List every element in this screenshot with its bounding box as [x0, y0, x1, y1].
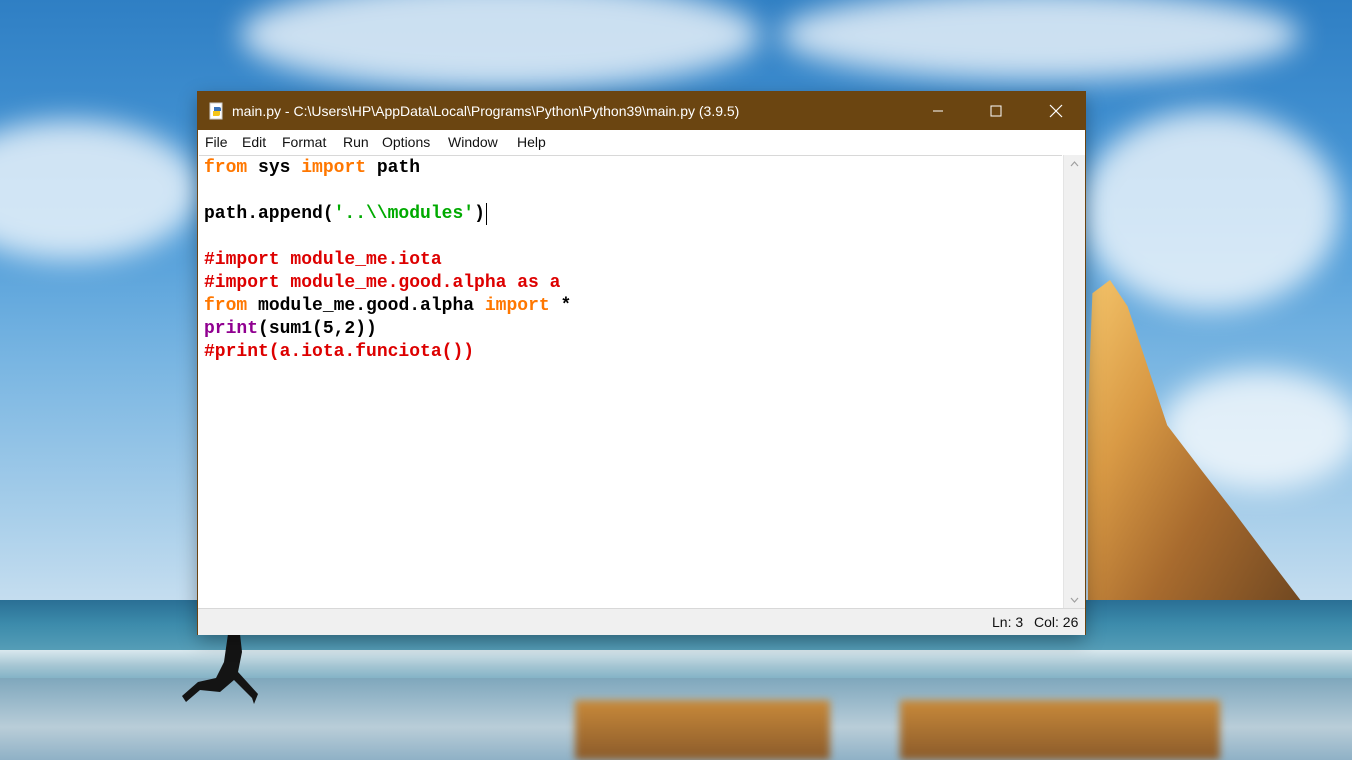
text-cursor [485, 203, 487, 225]
code-token: '..\\modules' [333, 204, 475, 224]
code-token: path [366, 158, 421, 178]
code-token: * [549, 296, 572, 316]
chevron-down-icon [1070, 597, 1079, 603]
maximize-icon [990, 105, 1002, 117]
wallpaper-reflection [900, 700, 1220, 760]
code-line[interactable] [204, 180, 571, 203]
menu-options[interactable]: Options [382, 130, 430, 154]
minimize-button[interactable] [909, 92, 967, 130]
code-token: #import module_me.iota [204, 250, 442, 270]
code-editor[interactable]: from sys import path path.append('..\\mod… [199, 155, 1062, 608]
python-file-icon [209, 102, 223, 120]
menu-bar: File Edit Format Run Options Window Help [198, 130, 1085, 154]
maximize-button[interactable] [967, 92, 1025, 130]
code-line[interactable]: #import module_me.iota [204, 249, 571, 272]
code-line[interactable]: #import module_me.good.alpha as a [204, 272, 571, 295]
menu-window[interactable]: Window [448, 130, 498, 154]
code-line[interactable]: print(sum1(5,2)) [204, 318, 571, 341]
title-bar[interactable]: main.py - C:\Users\HP\AppData\Local\Prog… [198, 92, 1085, 130]
code-token: ) [474, 204, 485, 224]
code-line[interactable]: from sys import path [204, 157, 571, 180]
wallpaper-cloud [1080, 110, 1340, 310]
code-line[interactable] [204, 226, 571, 249]
wallpaper-reflection [575, 700, 830, 760]
code-line[interactable]: path.append('..\\modules') [204, 203, 571, 226]
menu-run[interactable]: Run [343, 130, 369, 154]
vertical-scrollbar[interactable] [1063, 155, 1085, 608]
menu-file[interactable]: File [205, 130, 228, 154]
code-token: module_me.good.alpha [247, 296, 485, 316]
window-title: main.py - C:\Users\HP\AppData\Local\Prog… [232, 103, 740, 119]
status-line-number: Ln: 3 [992, 614, 1024, 630]
status-bar: Ln: 3 Col: 26 [198, 608, 1085, 635]
code-text[interactable]: from sys import path path.append('..\\mod… [204, 157, 571, 364]
code-token: print [204, 319, 259, 339]
code-token: sys [247, 158, 302, 178]
chevron-up-icon [1070, 160, 1079, 166]
code-token: from [204, 158, 248, 178]
code-token: #print(a.iota.funciota()) [204, 342, 475, 362]
code-token: import [484, 296, 550, 316]
close-icon [1049, 104, 1063, 118]
menu-help[interactable]: Help [517, 130, 546, 154]
runner-silhouette [182, 634, 258, 704]
scroll-down-button[interactable] [1064, 591, 1085, 608]
idle-editor-window: main.py - C:\Users\HP\AppData\Local\Prog… [198, 92, 1085, 635]
code-line[interactable]: #print(a.iota.funciota()) [204, 341, 571, 364]
code-token: from [204, 296, 248, 316]
code-token: path.append( [204, 204, 334, 224]
status-column-number: Col: 26 [1034, 614, 1079, 630]
code-token: import [301, 158, 367, 178]
menu-edit[interactable]: Edit [242, 130, 266, 154]
code-token: (sum1(5,2)) [258, 319, 377, 339]
menu-format[interactable]: Format [282, 130, 326, 154]
close-button[interactable] [1027, 92, 1085, 130]
scroll-up-button[interactable] [1064, 155, 1085, 172]
minimize-icon [933, 110, 943, 112]
code-token: #import module_me.good.alpha as a [204, 273, 561, 293]
code-line[interactable]: from module_me.good.alpha import * [204, 295, 571, 318]
